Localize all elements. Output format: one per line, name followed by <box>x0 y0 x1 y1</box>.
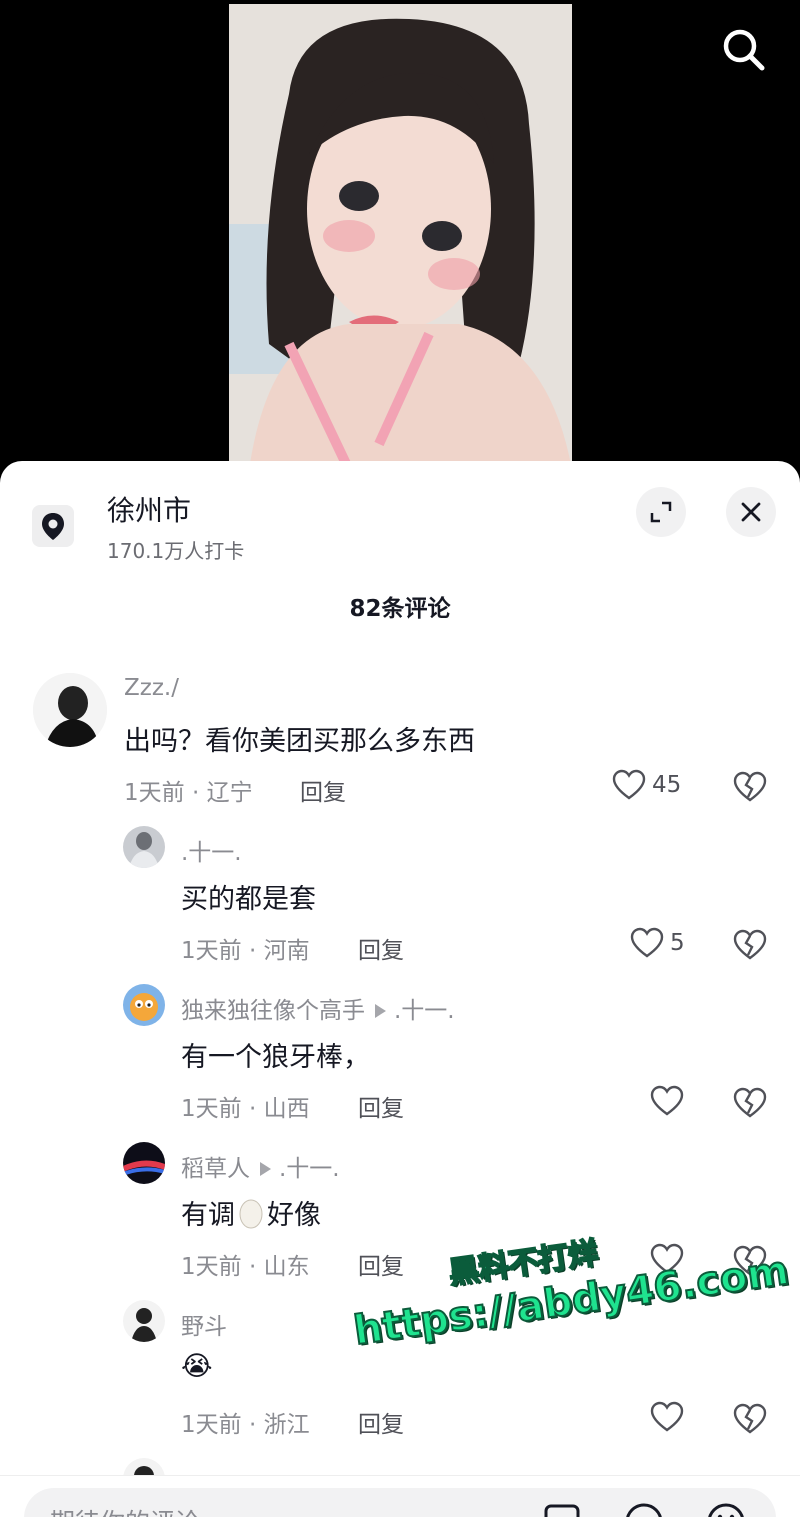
reply-to-username[interactable]: .十一. <box>279 1156 340 1182</box>
reply-username[interactable]: 稻草人 <box>181 1156 250 1182</box>
reply-button[interactable]: 回复 <box>358 1405 404 1439</box>
comment-username: 稻草人 .十一. <box>181 1149 340 1183</box>
broken-heart-icon <box>733 1087 767 1118</box>
location-name[interactable]: 徐州市 <box>107 489 191 529</box>
search-icon <box>723 29 765 71</box>
like-button[interactable]: 5 <box>630 927 685 959</box>
avatar[interactable] <box>33 673 107 747</box>
comment-text-part: 好像 <box>267 1200 321 1231</box>
avatar[interactable] <box>123 1300 165 1342</box>
reply-button[interactable]: 回复 <box>300 773 346 807</box>
image-icon[interactable] <box>544 1504 580 1517</box>
reply-username[interactable]: 独来独往像个高手 <box>181 998 365 1024</box>
comment-meta: 1天前 · 辽宁 <box>124 780 253 806</box>
broken-heart-icon <box>733 929 767 960</box>
video-thumbnail <box>229 4 572 470</box>
like-button[interactable] <box>650 1085 684 1117</box>
reply-button[interactable]: 回复 <box>358 1089 404 1123</box>
dislike-button[interactable] <box>733 1087 767 1123</box>
like-button[interactable] <box>650 1401 684 1433</box>
dislike-button[interactable] <box>733 1403 767 1439</box>
comment-text: 有调 好像 <box>181 1193 321 1232</box>
comment-meta: 1天前 · 山东 <box>181 1254 310 1280</box>
reply-arrow-icon <box>260 1161 271 1176</box>
emoji-icon[interactable] <box>706 1502 746 1517</box>
comment-text: 买的都是套 <box>181 884 316 915</box>
comment-meta: 1天前 · 浙江 <box>181 1412 310 1438</box>
location-checkins: 170.1万人打卡 <box>107 539 245 563</box>
location-pin-icon <box>32 505 74 547</box>
at-icon[interactable] <box>624 1502 664 1517</box>
like-button[interactable]: 45 <box>612 769 681 801</box>
heart-icon <box>650 1401 684 1432</box>
egg-emoji-icon <box>239 1199 263 1229</box>
dislike-button[interactable] <box>733 771 767 807</box>
comment-text-part: 有调 <box>181 1200 235 1231</box>
video-area[interactable] <box>0 0 800 470</box>
reply-button[interactable]: 回复 <box>358 1247 404 1281</box>
comments-count: 82条评论 <box>349 596 451 622</box>
video-frame[interactable] <box>229 4 572 470</box>
comment-text: 出吗？看你美团买那么多东西 <box>124 726 475 757</box>
comment-username[interactable]: .十一. <box>181 833 242 867</box>
heart-icon <box>650 1085 684 1116</box>
comment-text: 有一个狼牙棒， <box>181 1042 370 1073</box>
dislike-button[interactable] <box>733 929 767 965</box>
reply-button[interactable]: 回复 <box>358 931 404 965</box>
broken-heart-icon <box>733 771 767 802</box>
search-button[interactable] <box>716 22 772 78</box>
broken-heart-icon <box>733 1403 767 1434</box>
comment-username[interactable]: 野斗 <box>181 1307 227 1341</box>
avatar[interactable] <box>123 1142 165 1184</box>
comment-input-placeholder: 期待你的评论 <box>50 1503 200 1517</box>
comment-meta: 1天前 · 河南 <box>181 938 310 964</box>
avatar[interactable] <box>123 984 165 1026</box>
comment-text: 😭 <box>181 1351 213 1382</box>
comment-username[interactable]: Zzz./ <box>124 675 179 701</box>
comments-sheet: 徐州市 170.1万人打卡 82条评论 Zzz./ 出吗？看你美团买那么多东西 … <box>0 461 800 1517</box>
comment-meta: 1天前 · 山西 <box>181 1096 310 1122</box>
close-button[interactable] <box>726 487 776 537</box>
like-count: 45 <box>652 772 682 798</box>
heart-icon <box>612 769 646 800</box>
reply-arrow-icon <box>375 1003 386 1018</box>
comment-username: 独来独往像个高手 .十一. <box>181 991 455 1025</box>
avatar[interactable] <box>123 826 165 868</box>
heart-icon <box>630 927 664 958</box>
expand-button[interactable] <box>636 487 686 537</box>
like-count: 5 <box>670 930 685 956</box>
reply-to-username[interactable]: .十一. <box>394 998 455 1024</box>
expand-icon <box>650 501 672 523</box>
close-icon <box>741 502 761 522</box>
